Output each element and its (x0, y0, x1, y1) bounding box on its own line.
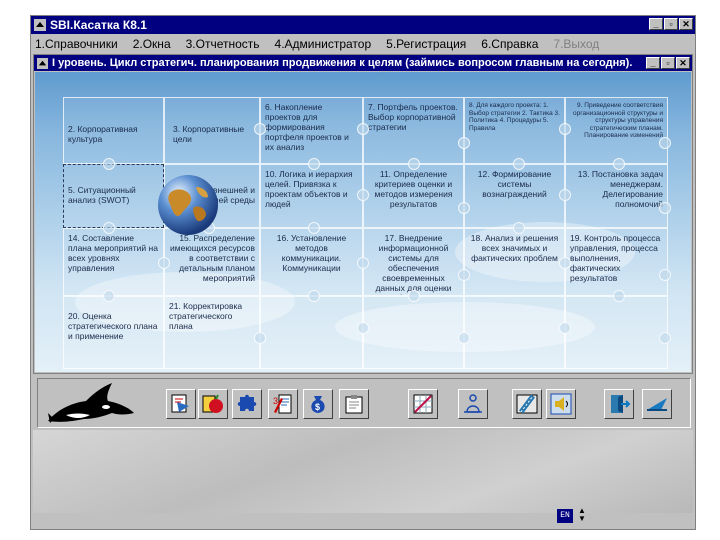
puzzle-cell-9[interactable]: 9. Приведение соответствия организационн… (565, 97, 668, 164)
puzzle-cell-12[interactable]: 12. Формирование системы вознаграждений (464, 164, 565, 228)
puzzle-cell-label: 15. Распределение имеющихся ресурсов в с… (170, 233, 255, 283)
arrow-icon (647, 398, 667, 411)
globe-icon (158, 175, 218, 235)
film-button[interactable] (512, 389, 542, 419)
chart-icon (413, 394, 433, 414)
puzzle-cell-19[interactable]: 19. Контроль процесса управления, процес… (565, 228, 668, 296)
puzzle-cell-label: 12. Формирование системы вознаграждений (477, 169, 552, 199)
document-pen-icon: 3 (273, 394, 292, 414)
puzzle-cell-10[interactable]: 10. Логика и иерархия целей. Привязка к … (260, 164, 363, 228)
workspace-background (33, 430, 693, 514)
menu-item-spravochniki[interactable]: 1.Справочники (35, 37, 118, 51)
apple-button[interactable] (198, 389, 228, 419)
puzzle-cell-label: 7. Портфель проектов. Выбор корпоративно… (368, 102, 458, 132)
puzzle-cell-empty (363, 296, 464, 369)
app-icon (37, 57, 48, 69)
money-bag-icon: $ (311, 396, 325, 413)
puzzle-cell-2[interactable]: 2. Корпоративная культура (63, 97, 164, 164)
puzzle-cell-5[interactable]: 5. Ситуационный анализ (SWOT) (63, 164, 164, 228)
puzzle-cell-21[interactable]: 21. Корректировка стратегического плана (164, 296, 260, 369)
puzzle-cell-label: 6. Накопление проектов для формирования … (265, 102, 349, 152)
puzzle-cell-7[interactable]: 7. Портфель проектов. Выбор корпоративно… (363, 97, 464, 164)
puzzle-cell-label: 11. Определение критериев оценки и метод… (374, 169, 453, 209)
document-pen-button[interactable]: 3 (268, 389, 298, 419)
application-window: SBI.Касатка К8.1 _ ▫ ✕ 1.Справочники 2.О… (30, 15, 696, 530)
meditating-person-icon (464, 394, 482, 413)
menu-item-registratsiya[interactable]: 5.Регистрация (386, 37, 466, 51)
arrow-button[interactable] (642, 389, 672, 419)
orca-logo (48, 383, 134, 423)
puzzle-cell-empty (260, 296, 363, 369)
puzzle-cell-8[interactable]: 8. Для каждого проекта: 1. Выбор стратег… (464, 97, 565, 164)
child-title-bar: I уровень. Цикл стратегич. планирования … (34, 55, 692, 71)
puzzle-cell-label: 17. Внедрение информационной системы для… (375, 233, 452, 295)
speaker-button[interactable] (546, 389, 576, 419)
title-bar: SBI.Касатка К8.1 _ ▫ ✕ (31, 16, 695, 34)
child-window-title: I уровень. Цикл стратегич. планирования … (52, 57, 633, 69)
puzzle-cell-17[interactable]: 17. Внедрение информационной системы для… (363, 228, 464, 296)
puzzle-cell-label: 9. Приведение соответствия организационн… (573, 102, 663, 139)
main-toolbar: 3 $ (37, 378, 691, 428)
language-indicator[interactable]: EN (557, 509, 573, 523)
exit-door-button[interactable] (604, 389, 634, 419)
svg-text:$: $ (315, 402, 320, 412)
film-icon (516, 394, 538, 414)
status-bar (31, 513, 695, 529)
child-maximize-button[interactable]: ▫ (661, 57, 675, 69)
puzzle-cell-label: 5. Ситуационный анализ (SWOT) (68, 185, 136, 205)
close-button[interactable]: ✕ (679, 18, 693, 30)
puzzle-grid: 2. Корпоративная культура 3. Корпоративн… (63, 97, 671, 369)
chart-button[interactable] (408, 389, 438, 419)
maximize-button[interactable]: ▫ (664, 18, 678, 30)
puzzle-icon (237, 394, 257, 411)
child-minimize-button[interactable]: _ (646, 57, 660, 69)
money-bag-button[interactable]: $ (303, 389, 333, 419)
puzzle-cell-label: 16. Установление методов коммуникации. К… (276, 233, 347, 273)
notepad-button[interactable] (339, 389, 369, 419)
svg-text:3: 3 (273, 396, 278, 406)
report-button[interactable] (166, 389, 196, 419)
puzzle-cell-label: 13. Постановка задач менеджерам. Делегир… (577, 169, 663, 209)
menu-item-administrator[interactable]: 4.Администратор (275, 37, 372, 51)
puzzle-cell-18[interactable]: 18. Анализ и решения всех значимых и фак… (464, 228, 565, 296)
menu-item-spravka[interactable]: 6.Справка (481, 37, 538, 51)
report-icon (171, 394, 189, 413)
apple-icon (202, 394, 223, 413)
puzzle-cell-6[interactable]: 6. Накопление проектов для формирования … (260, 97, 363, 164)
puzzle-cell-empty (464, 296, 565, 369)
puzzle-cell-label: 10. Логика и иерархия целей. Привязка к … (265, 169, 353, 209)
puzzle-cell-3[interactable]: 3. Корпоративные цели (164, 97, 260, 164)
puzzle-cell-15[interactable]: 15. Распределение имеющихся ресурсов в с… (164, 228, 260, 296)
minimize-button[interactable]: _ (649, 18, 663, 30)
child-close-button[interactable]: ✕ (676, 57, 690, 69)
puzzle-cell-label: 8. Для каждого проекта: 1. Выбор стратег… (469, 102, 560, 132)
menu-item-vykhod[interactable]: 7.Выход (553, 37, 599, 51)
puzzle-cell-13[interactable]: 13. Постановка задач менеджерам. Делегир… (565, 164, 668, 228)
puzzle-cell-label: 2. Корпоративная культура (68, 124, 138, 144)
app-icon (34, 19, 46, 31)
menu-item-okna[interactable]: 2.Окна (133, 37, 171, 51)
puzzle-cell-label: 19. Контроль процесса управления, процес… (570, 233, 661, 283)
notepad-icon (345, 395, 363, 414)
menu-bar: 1.Справочники 2.Окна 3.Отчетность 4.Адми… (31, 34, 695, 54)
puzzle-cell-label: 21. Корректировка стратегического плана (169, 301, 243, 331)
puzzle-canvas: 2. Корпоративная культура 3. Корпоративн… (35, 72, 691, 372)
strategic-cycle-window: I уровень. Цикл стратегич. планирования … (33, 54, 693, 374)
puzzle-cell-11[interactable]: 11. Определение критериев оценки и метод… (363, 164, 464, 228)
puzzle-cell-14[interactable]: 14. Составление плана мероприятий на все… (63, 228, 164, 296)
window-title: SBI.Касатка К8.1 (50, 18, 147, 32)
meditation-button[interactable] (458, 389, 488, 419)
language-spinner[interactable]: ▲ ▼ (577, 507, 587, 525)
speaker-icon (550, 393, 572, 415)
door-exit-icon (611, 395, 631, 413)
menu-item-otchetnost[interactable]: 3.Отчетность (186, 37, 260, 51)
puzzle-cell-label: 18. Анализ и решения всех значимых и фак… (470, 233, 559, 263)
puzzle-cell-label: 14. Составление плана мероприятий на все… (68, 233, 158, 273)
puzzle-cell-16[interactable]: 16. Установление методов коммуникации. К… (260, 228, 363, 296)
puzzle-cell-label: 3. Корпоративные цели (173, 124, 245, 144)
puzzle-cell-20[interactable]: 20. Оценка стратегического плана и приме… (63, 296, 164, 369)
puzzle-button[interactable] (232, 389, 262, 419)
puzzle-cell-label: 20. Оценка стратегического плана и приме… (68, 311, 158, 341)
puzzle-cell-empty (565, 296, 668, 369)
